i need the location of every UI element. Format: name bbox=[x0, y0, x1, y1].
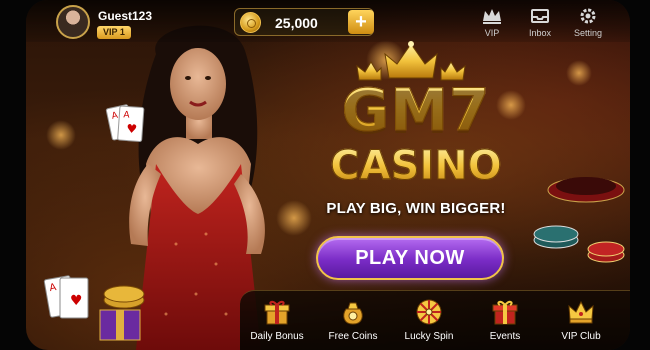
bokeh-light bbox=[566, 60, 592, 86]
gear-icon bbox=[580, 8, 596, 24]
top-bar: Guest123 VIP 1 25,000 + VIP Inbox Settin… bbox=[26, 0, 630, 42]
vip-crown-icon bbox=[568, 300, 594, 324]
settings-nav-button[interactable]: Setting bbox=[568, 6, 608, 38]
svg-text:♥: ♥ bbox=[70, 293, 83, 309]
inbox-nav-label: Inbox bbox=[528, 28, 552, 38]
wheel-icon bbox=[416, 299, 442, 325]
event-gift-icon bbox=[492, 300, 518, 325]
logo-subtitle: CASINO bbox=[316, 144, 516, 189]
vip-club-label: VIP Club bbox=[561, 331, 601, 342]
events-label: Events bbox=[489, 331, 521, 342]
events-button[interactable]: Events bbox=[468, 297, 542, 342]
add-coins-button[interactable]: + bbox=[348, 10, 374, 34]
play-now-button[interactable]: PLAY NOW bbox=[316, 236, 504, 280]
crown-icon bbox=[483, 9, 501, 24]
device-frame: A A ♥ A ♥ Guest123 VIP 1 25,000 + VIP In… bbox=[0, 0, 650, 350]
settings-nav-label: Setting bbox=[573, 28, 603, 38]
roulette-chips-decoration bbox=[533, 177, 625, 263]
daily-bonus-button[interactable]: Daily Bonus bbox=[240, 297, 314, 342]
vip-level-badge[interactable]: VIP 1 bbox=[97, 26, 131, 39]
vip-nav-label: VIP bbox=[484, 28, 500, 38]
coin-bag-icon bbox=[343, 302, 363, 325]
vip-nav-button[interactable]: VIP bbox=[472, 6, 512, 38]
inbox-icon bbox=[531, 9, 549, 23]
free-coins-label: Free Coins bbox=[328, 331, 378, 342]
gift-box-icon bbox=[264, 300, 290, 325]
cards-and-chips-decoration: A ♥ bbox=[43, 275, 145, 341]
bottom-nav-bar: Daily Bonus Free Coins Lucky Spin Events… bbox=[240, 290, 630, 350]
free-coins-button[interactable]: Free Coins bbox=[316, 297, 390, 342]
username: Guest123 bbox=[98, 9, 153, 23]
game-lobby-screen: A A ♥ A ♥ Guest123 VIP 1 25,000 + VIP In… bbox=[26, 0, 630, 350]
bokeh-light bbox=[46, 120, 76, 150]
balance-amount: 25,000 bbox=[275, 15, 318, 31]
vip-club-button[interactable]: VIP Club bbox=[544, 297, 618, 342]
coin-balance: 25,000 + bbox=[234, 8, 374, 36]
avatar[interactable] bbox=[56, 5, 90, 39]
lucky-spin-button[interactable]: Lucky Spin bbox=[392, 297, 466, 342]
coin-icon bbox=[240, 12, 261, 33]
daily-bonus-label: Daily Bonus bbox=[250, 331, 304, 342]
lucky-spin-label: Lucky Spin bbox=[404, 331, 454, 342]
svg-text:♥: ♥ bbox=[126, 122, 138, 137]
inbox-nav-button[interactable]: Inbox bbox=[520, 6, 560, 38]
logo-title: GM7 bbox=[326, 78, 506, 143]
tagline: PLAY BIG, WIN BIGGER! bbox=[326, 200, 506, 217]
